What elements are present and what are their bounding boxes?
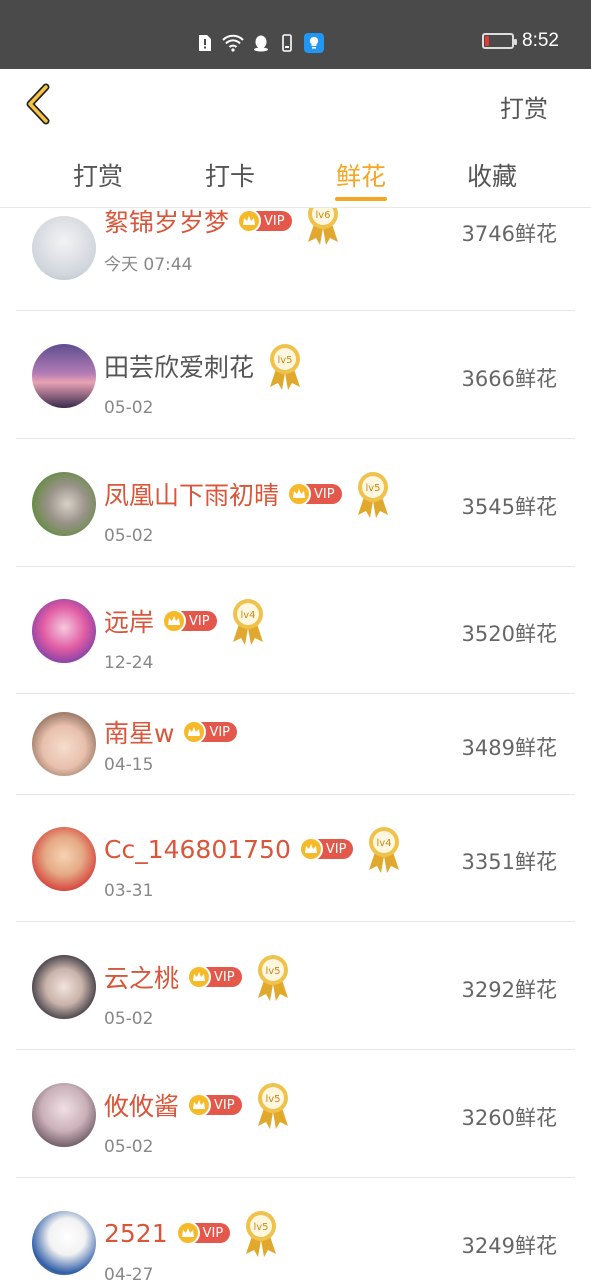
user-name[interactable]: 攸攸酱: [104, 1087, 179, 1123]
status-bar: 8:52: [0, 0, 591, 69]
flower-count: 3545鲜花: [461, 495, 557, 519]
phone-icon: [282, 34, 292, 52]
flower-count: 3292鲜花: [461, 978, 557, 1002]
list-item[interactable]: 田芸欣爱刺花 lv5 05-02 3666鲜花: [16, 311, 575, 439]
timestamp: 05-02: [104, 398, 154, 418]
vip-badge: VIP: [187, 1093, 242, 1117]
list-item[interactable]: 南星w VIP 04-15 3489鲜花: [16, 694, 575, 795]
flower-count: 3489鲜花: [461, 736, 557, 760]
svg-text:lv5: lv5: [254, 1222, 269, 1233]
level-medal-icon: lv5: [357, 472, 388, 518]
timestamp: 今天 07:44: [104, 255, 193, 275]
svg-text:lv5: lv5: [265, 1094, 280, 1105]
avatar[interactable]: [32, 216, 96, 280]
wifi-icon: [222, 34, 244, 52]
timestamp: 12-24: [104, 653, 154, 673]
crown-icon: [187, 965, 212, 989]
svg-text:lv5: lv5: [277, 355, 292, 366]
list-item[interactable]: 远岸 VIP lv4 12-24 3520鲜花: [16, 567, 575, 694]
level-medal-icon: lv5: [257, 955, 288, 1001]
crown-icon: [175, 1221, 200, 1245]
tab-bar: 打赏 打卡 鲜花 收藏: [0, 139, 591, 208]
qq-icon: [254, 35, 268, 52]
user-name[interactable]: 远岸: [104, 603, 154, 639]
user-name[interactable]: Cc_146801750: [104, 835, 291, 864]
flower-count: 3260鲜花: [461, 1106, 557, 1130]
status-icons: [196, 33, 324, 53]
status-right: 8:52: [482, 30, 559, 52]
svg-text:lv4: lv4: [240, 610, 255, 621]
user-name[interactable]: 南星w: [104, 714, 174, 750]
avatar[interactable]: [32, 827, 96, 891]
crown-icon: [237, 209, 262, 233]
list-item[interactable]: 2521 VIP lv5 04-27 3249鲜花: [16, 1178, 575, 1280]
user-name[interactable]: 云之桃: [104, 959, 179, 995]
svg-text:lv5: lv5: [265, 966, 280, 977]
level-medal-icon: lv4: [232, 599, 263, 645]
flower-count: 3249鲜花: [461, 1234, 557, 1258]
user-name[interactable]: 絮锦岁岁梦: [104, 208, 229, 239]
app-notification-icon: [304, 33, 324, 53]
tab-favorites[interactable]: 收藏: [442, 157, 542, 193]
user-name[interactable]: 2521: [104, 1219, 168, 1248]
list-item[interactable]: 攸攸酱 VIP lv5 05-02 3260鲜花: [16, 1050, 575, 1178]
level-medal-icon: lv6: [307, 208, 338, 245]
level-medal-icon: lv5: [246, 1211, 277, 1257]
avatar[interactable]: [32, 344, 96, 408]
back-arrow-icon[interactable]: [20, 81, 60, 127]
timestamp: 05-02: [104, 1137, 154, 1157]
flower-count: 3520鲜花: [461, 622, 557, 646]
list-item[interactable]: 云之桃 VIP lv5 05-02 3292鲜花: [16, 922, 575, 1050]
avatar[interactable]: [32, 712, 96, 776]
vip-badge: VIP: [237, 209, 292, 233]
list-item[interactable]: Cc_146801750 VIP lv4 03-31 3351鲜花: [16, 795, 575, 922]
flower-count: 3351鲜花: [461, 850, 557, 874]
user-name[interactable]: 凤凰山下雨初晴: [104, 476, 279, 512]
avatar[interactable]: [32, 1083, 96, 1147]
crown-icon: [298, 837, 323, 861]
timestamp: 03-31: [104, 881, 154, 901]
tab-checkin[interactable]: 打卡: [180, 157, 280, 193]
level-medal-icon: lv4: [369, 827, 400, 873]
tab-flowers[interactable]: 鲜花: [311, 157, 411, 193]
crown-icon: [287, 482, 312, 506]
level-medal-icon: lv5: [257, 1083, 288, 1129]
sim-alert-icon: [199, 35, 211, 51]
header: 打赏: [0, 69, 591, 139]
crown-icon: [182, 720, 207, 744]
avatar[interactable]: [32, 955, 96, 1019]
svg-text:lv4: lv4: [377, 838, 392, 849]
reward-button[interactable]: 打赏: [500, 89, 548, 124]
flower-count: 3746鲜花: [461, 222, 557, 246]
list-item[interactable]: 凤凰山下雨初晴 VIP lv5 05-02 3545鲜花: [16, 439, 575, 567]
flower-ranking-list: 絮锦岁岁梦 VIP lv6 今天 07:44 3746鲜花 田芸欣爱刺花 lv5…: [16, 208, 575, 1280]
timestamp: 05-02: [104, 526, 154, 546]
battery-icon: [482, 33, 518, 49]
vip-badge: VIP: [162, 609, 217, 633]
vip-badge: VIP: [287, 482, 342, 506]
timestamp: 05-02: [104, 1009, 154, 1029]
tab-reward[interactable]: 打赏: [48, 157, 148, 193]
user-name[interactable]: 田芸欣爱刺花: [104, 348, 254, 384]
timestamp: 04-27: [104, 1265, 154, 1280]
avatar[interactable]: [32, 599, 96, 663]
vip-badge: VIP: [187, 965, 242, 989]
active-tab-indicator: [335, 197, 387, 201]
level-medal-icon: lv5: [270, 344, 301, 390]
svg-text:lv6: lv6: [315, 210, 330, 221]
vip-badge: VIP: [182, 720, 238, 744]
vip-badge: VIP: [175, 1221, 231, 1245]
vip-badge: VIP: [298, 837, 354, 861]
svg-text:lv5: lv5: [365, 483, 380, 494]
list-item[interactable]: 絮锦岁岁梦 VIP lv6 今天 07:44 3746鲜花: [16, 208, 575, 311]
status-time: 8:52: [522, 30, 559, 51]
avatar[interactable]: [32, 1211, 96, 1275]
crown-icon: [187, 1093, 212, 1117]
crown-icon: [162, 609, 187, 633]
timestamp: 04-15: [104, 755, 154, 775]
avatar[interactable]: [32, 472, 96, 536]
flower-count: 3666鲜花: [461, 367, 557, 391]
